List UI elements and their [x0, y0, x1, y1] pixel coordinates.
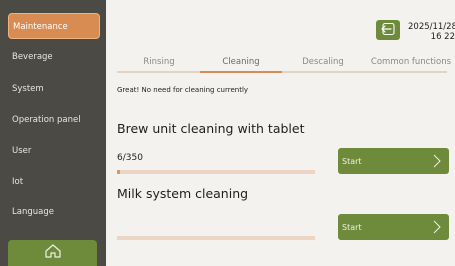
sidebar-item-operation-panel[interactable]: Operation panel [8, 107, 100, 133]
start-label: Start [342, 156, 362, 166]
chevron-right-icon [433, 154, 441, 170]
milk-system-progress-bar [117, 236, 315, 240]
sidebar-item-system[interactable]: System [8, 76, 100, 102]
tab-common-functions[interactable]: Common functions [368, 57, 454, 71]
tab-active-indicator [200, 71, 282, 73]
start-label: Start [342, 222, 362, 232]
sidebar-item-beverage[interactable]: Beverage [8, 44, 100, 70]
brew-unit-title: Brew unit cleaning with tablet [117, 121, 305, 136]
sidebar-item-language[interactable]: Language [8, 199, 100, 225]
home-icon [44, 243, 62, 263]
tab-bar-underline [117, 71, 447, 73]
tab-rinsing[interactable]: Rinsing [124, 57, 194, 71]
sidebar: Maintenance Beverage System Operation pa… [0, 0, 106, 266]
chevron-right-icon [433, 220, 441, 236]
sidebar-item-user[interactable]: User [8, 138, 100, 164]
brew-unit-start-button[interactable]: Start [338, 148, 449, 174]
back-button[interactable] [376, 20, 400, 40]
back-arrow-icon [380, 21, 396, 40]
time-text: 16 22 [430, 32, 455, 42]
main-panel: 2025/11/28 16 22 Rinsing Cleaning Descal… [106, 0, 455, 266]
sidebar-item-iot[interactable]: Iot [8, 169, 100, 195]
app-window: Maintenance Beverage System Operation pa… [0, 0, 455, 266]
datetime-display: 2025/11/28 16 22 [408, 22, 455, 42]
date-text: 2025/11/28 [408, 22, 455, 32]
home-button[interactable] [8, 240, 97, 266]
brew-unit-count: 6/350 [117, 153, 143, 163]
milk-system-title: Milk system cleaning [117, 186, 249, 201]
brew-unit-progress-fill [117, 170, 121, 174]
status-message: Great! No need for cleaning currently [117, 86, 249, 94]
sidebar-item-maintenance[interactable]: Maintenance [8, 13, 100, 39]
milk-system-start-button[interactable]: Start [338, 214, 449, 240]
tab-descaling[interactable]: Descaling [288, 57, 358, 71]
tab-cleaning[interactable]: Cleaning [206, 57, 276, 71]
brew-unit-progress-bar [117, 170, 315, 174]
